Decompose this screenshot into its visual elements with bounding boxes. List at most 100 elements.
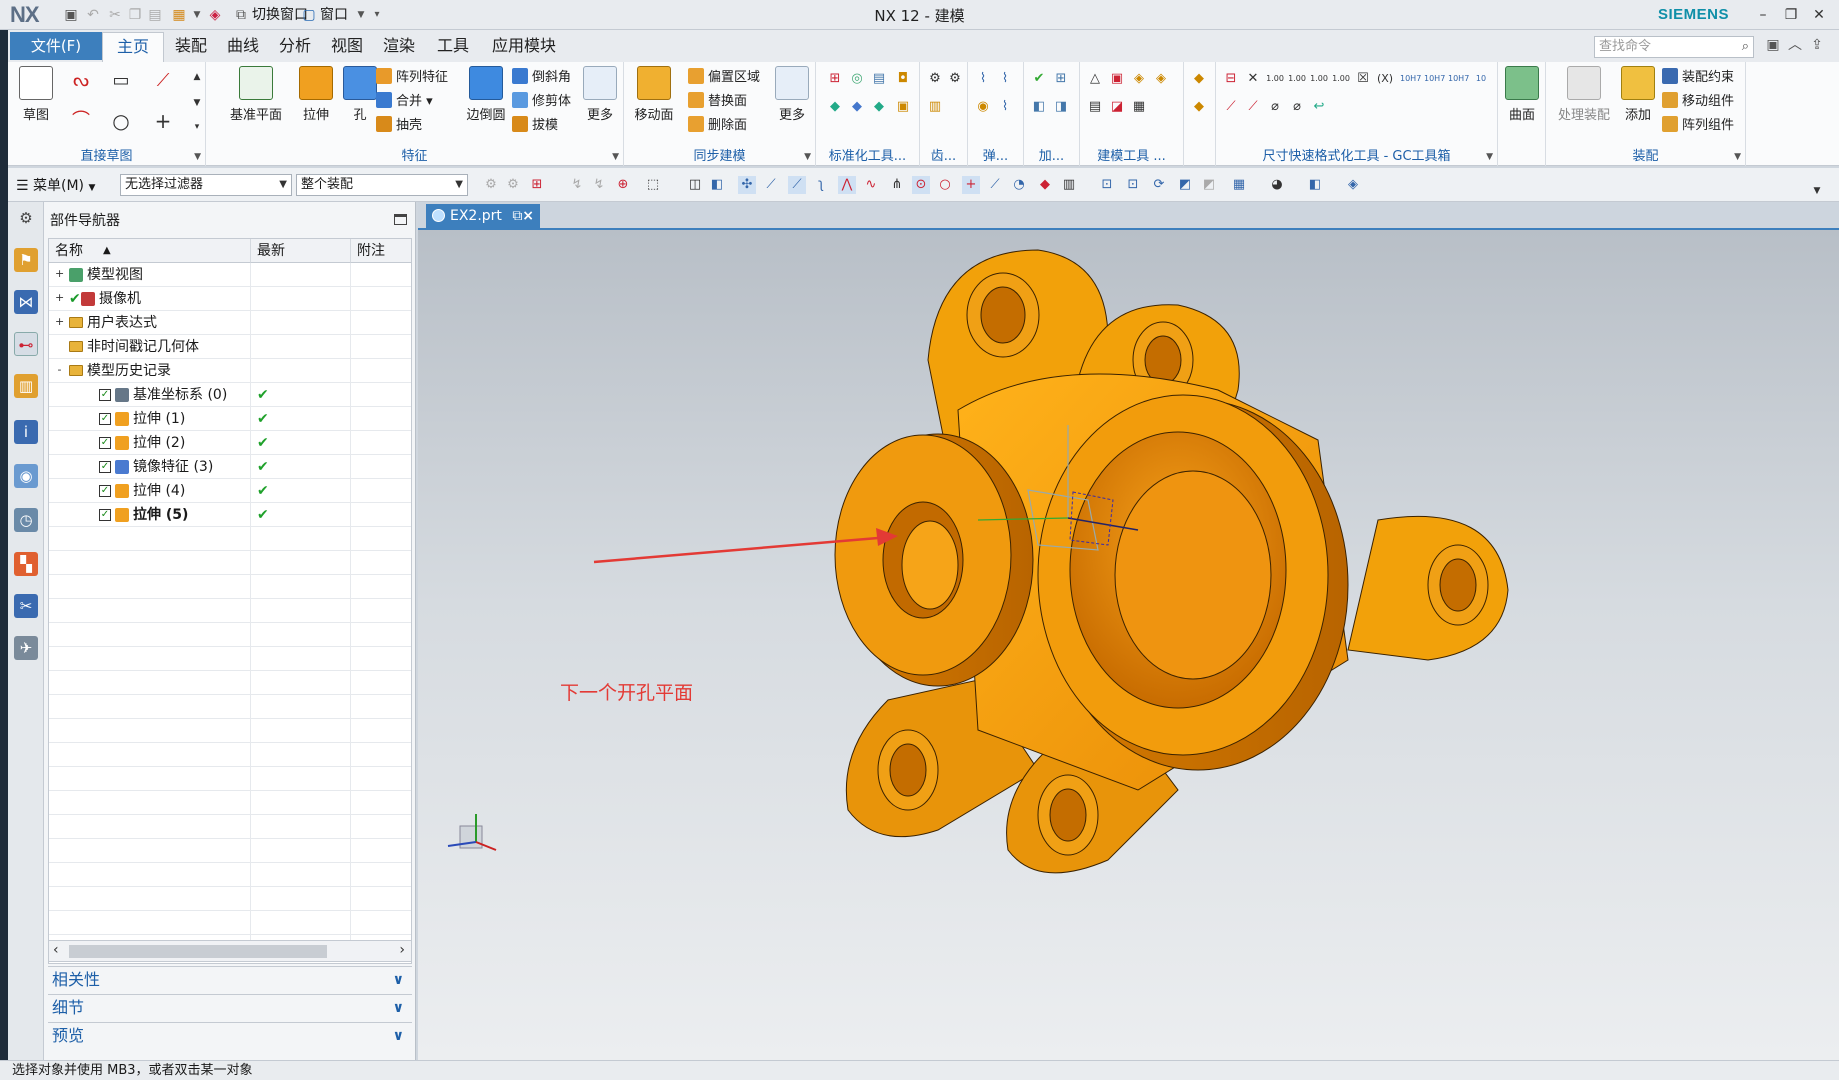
- customize-quick-access-icon[interactable]: ▾: [368, 6, 386, 24]
- modeling-tool-icon[interactable]: ▣: [1108, 70, 1126, 88]
- view-tool-icon[interactable]: ⊡: [1098, 176, 1116, 194]
- collapse-icon[interactable]: -: [55, 364, 64, 375]
- mounting-lug[interactable]: [1347, 515, 1509, 661]
- tolerance-icon[interactable]: 1.00: [1332, 70, 1350, 88]
- view-tool-icon[interactable]: ▦: [1230, 176, 1248, 194]
- snap-icon[interactable]: ○: [936, 176, 954, 194]
- box-select-icon[interactable]: ⬚: [644, 176, 662, 194]
- process-assembly-button[interactable]: 处理装配: [1552, 66, 1616, 123]
- gear-icon[interactable]: ⚙: [14, 206, 38, 230]
- gc-tool-icon[interactable]: ◆: [848, 98, 866, 116]
- chevron-down-icon[interactable]: ▼: [1734, 152, 1741, 162]
- modeling-tool-icon[interactable]: ◈: [1130, 70, 1148, 88]
- extrude-button[interactable]: 拉伸: [296, 66, 336, 123]
- snap-icon[interactable]: ⊙: [912, 176, 930, 194]
- gear-tool-icon[interactable]: ▥: [926, 98, 944, 116]
- surface-button[interactable]: 曲面: [1502, 66, 1542, 123]
- filter-tool-icon[interactable]: ⚙: [482, 176, 500, 194]
- panel-preview[interactable]: 预览 ∨: [48, 1022, 412, 1048]
- display-style-icon[interactable]: ◕: [1268, 176, 1286, 194]
- cut-icon[interactable]: ✂: [106, 6, 124, 24]
- column-header-latest[interactable]: 最新: [251, 239, 351, 263]
- gear-icon[interactable]: ⚙: [946, 70, 964, 88]
- line-icon[interactable]: ⟋: [154, 72, 172, 90]
- touch-mode-icon[interactable]: ◈: [206, 6, 224, 24]
- chevron-down-icon[interactable]: ▼: [194, 152, 201, 162]
- add-tool-icon[interactable]: ◧: [1030, 98, 1048, 116]
- tab-tools[interactable]: 工具: [428, 32, 478, 62]
- gc-tool-icon[interactable]: ⊞: [826, 70, 844, 88]
- column-header-notes[interactable]: 附注: [351, 239, 411, 263]
- gc-tool-icon[interactable]: ◘: [894, 70, 912, 88]
- tree-row[interactable]: + ✔ 摄像机: [49, 287, 411, 311]
- find-command-input[interactable]: 查找命令 ⌕: [1594, 36, 1754, 58]
- scroll-up-icon[interactable]: ▲: [188, 68, 206, 86]
- chevron-down-icon[interactable]: ▼: [612, 152, 619, 162]
- add-tool-icon[interactable]: ⊞: [1052, 70, 1070, 88]
- chevron-down-icon[interactable]: ▼: [1486, 152, 1493, 162]
- history-icon[interactable]: ◷: [14, 508, 38, 532]
- snap-icon[interactable]: ◔: [1010, 176, 1028, 194]
- modeling-tool-icon[interactable]: ▦: [1130, 98, 1148, 116]
- view-tool-icon[interactable]: ◈: [1344, 176, 1362, 194]
- fit-icon[interactable]: 10: [1472, 70, 1490, 88]
- rotate-icon[interactable]: ⟳: [1150, 176, 1168, 194]
- tab-curve[interactable]: 曲线: [218, 32, 268, 62]
- model-canvas[interactable]: [418, 230, 1839, 1060]
- dimension-icon[interactable]: ⊟: [1222, 70, 1240, 88]
- spring-tool-icon[interactable]: ⌇: [996, 98, 1014, 116]
- tab-file[interactable]: 文件(F): [10, 32, 102, 60]
- tree-row[interactable]: ✓ 拉伸 (4) ✔: [49, 479, 411, 503]
- gc-tool-icon[interactable]: ▣: [894, 98, 912, 116]
- box-x-icon[interactable]: ☒: [1354, 70, 1372, 88]
- snap-icon[interactable]: ʅ: [812, 176, 830, 194]
- triangle-icon[interactable]: △: [1086, 70, 1104, 88]
- left-boss[interactable]: [834, 433, 1034, 687]
- diameter-icon[interactable]: ⌀: [1288, 98, 1306, 116]
- gc-tool-icon[interactable]: ◎: [848, 70, 866, 88]
- gear-icon[interactable]: ⚙: [926, 70, 944, 88]
- collapse-ribbon-icon[interactable]: ︿: [1786, 36, 1804, 54]
- window-menu-button[interactable]: 窗口: [320, 6, 348, 24]
- modeling-tool-icon[interactable]: ▤: [1086, 98, 1104, 116]
- chevron-down-icon[interactable]: ▼: [188, 6, 206, 24]
- tree-row[interactable]: ✓ 拉伸 (5) ✔: [49, 503, 411, 527]
- arc-icon[interactable]: ⌒: [72, 112, 90, 130]
- document-tab[interactable]: EX2.prt ⧉ ×: [426, 204, 540, 228]
- snap-icon[interactable]: ⋀: [838, 176, 856, 194]
- delete-face-button[interactable]: 删除面: [688, 116, 747, 136]
- sync-more-button[interactable]: 更多: [774, 66, 810, 123]
- chamfer-button[interactable]: 倒斜角: [512, 68, 571, 88]
- snap-icon[interactable]: ∿: [862, 176, 880, 194]
- close-icon[interactable]: ✕: [1806, 4, 1832, 26]
- fit-icon[interactable]: 10H7: [1448, 70, 1469, 88]
- sketch-button[interactable]: 草图: [12, 66, 60, 123]
- undock-icon[interactable]: ⧉: [512, 208, 522, 224]
- gc-tool-icon[interactable]: ◆: [826, 98, 844, 116]
- modeling-tool-icon[interactable]: ◈: [1152, 70, 1170, 88]
- expand-icon[interactable]: +: [55, 292, 64, 303]
- paren-x-icon[interactable]: (X): [1376, 70, 1394, 88]
- diameter-icon[interactable]: ⌀: [1266, 98, 1284, 116]
- combine-button[interactable]: 合并 ▾: [376, 92, 433, 112]
- reuse-library-icon[interactable]: ▥: [14, 374, 38, 398]
- offset-region-button[interactable]: 偏置区域: [688, 68, 760, 88]
- tab-analysis[interactable]: 分析: [270, 32, 320, 62]
- clear-dimension-icon[interactable]: ✕: [1244, 70, 1262, 88]
- snap-icon[interactable]: ⟋: [762, 176, 780, 194]
- info-icon[interactable]: i: [14, 420, 38, 444]
- scroll-right-icon[interactable]: ›: [399, 942, 405, 958]
- edge-blend-button[interactable]: 边倒圆: [462, 66, 510, 123]
- spring-icon[interactable]: ⌇: [996, 70, 1014, 88]
- replace-face-button[interactable]: 替换面: [688, 92, 747, 112]
- close-icon[interactable]: ×: [522, 204, 534, 228]
- tree-row[interactable]: ✓ 拉伸 (2) ✔: [49, 431, 411, 455]
- view-tool-icon[interactable]: ◩: [1176, 176, 1194, 194]
- column-header-name[interactable]: 名称 ▲: [49, 239, 251, 263]
- point-icon[interactable]: +: [154, 111, 172, 131]
- command-finder-icon[interactable]: ▦: [170, 6, 188, 24]
- selection-scope-select[interactable]: 整个装配 ▼: [296, 174, 468, 196]
- tolerance-icon[interactable]: 1.00: [1288, 70, 1306, 88]
- spring-tool-icon[interactable]: ◉: [974, 98, 992, 116]
- pattern-component-button[interactable]: 阵列组件: [1662, 116, 1734, 136]
